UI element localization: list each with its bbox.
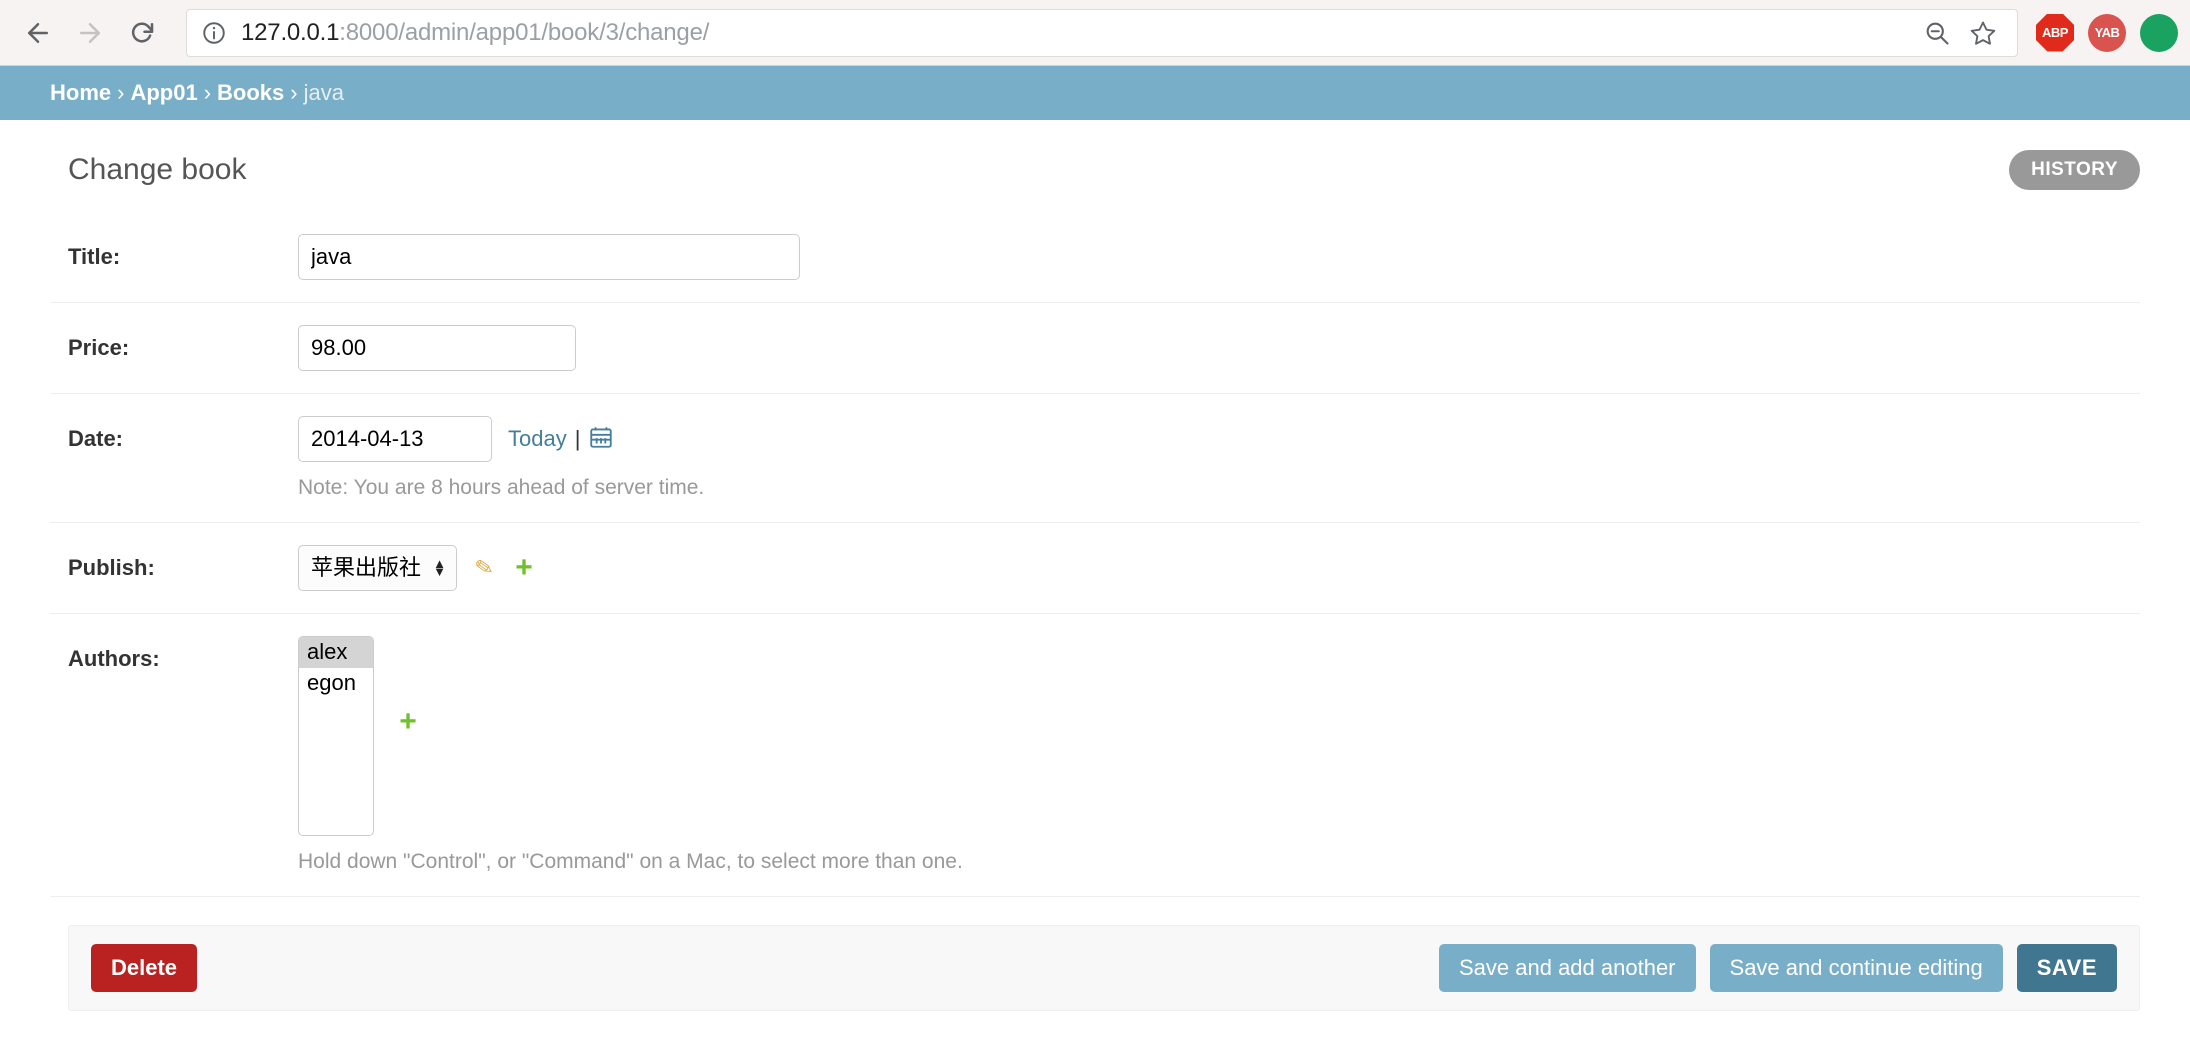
publish-select[interactable]: 苹果出版社 xyxy=(298,545,457,591)
page-header: Change book HISTORY xyxy=(50,120,2140,212)
yab-label: YAB xyxy=(2095,25,2120,40)
date-separator: | xyxy=(575,426,581,452)
page-title: Change book xyxy=(68,153,246,187)
zoom-out-icon[interactable] xyxy=(1917,13,1957,53)
authors-widget: alex egon + xyxy=(298,636,2140,836)
form-row-authors: Authors: alex egon + Hold down "Control"… xyxy=(50,614,2140,897)
plus-icon: + xyxy=(399,707,417,737)
plus-icon: + xyxy=(515,553,533,583)
breadcrumb-separator: › xyxy=(111,80,130,105)
breadcrumb-item-home[interactable]: Home xyxy=(50,80,111,105)
extension-icons: ABP YAB xyxy=(2032,14,2178,52)
yab-extension-icon[interactable]: YAB xyxy=(2088,14,2126,52)
form-row-title: Title: xyxy=(50,212,2140,303)
date-widget: Today | xyxy=(298,416,2140,462)
delete-button[interactable]: Delete xyxy=(91,944,197,992)
breadcrumb: Home›App01›Books›java xyxy=(0,66,2190,120)
save-button-group: Save and add another Save and continue e… xyxy=(1439,944,2117,992)
back-button[interactable] xyxy=(12,7,64,59)
breadcrumb-item-app01[interactable]: App01 xyxy=(130,80,197,105)
forward-button[interactable] xyxy=(64,7,116,59)
breadcrumb-item-books[interactable]: Books xyxy=(217,80,284,105)
authors-option-egon[interactable]: egon xyxy=(299,668,373,698)
price-input[interactable] xyxy=(298,325,576,371)
form-row-date: Date: Today | xyxy=(50,394,2140,523)
pencil-icon: ✎ xyxy=(473,554,496,583)
publish-add-button[interactable]: + xyxy=(511,555,537,581)
authors-multiselect[interactable]: alex egon xyxy=(298,636,374,836)
form-row-price: Price: xyxy=(50,303,2140,394)
breadcrumb-separator: › xyxy=(198,80,217,105)
authors-option-alex[interactable]: alex xyxy=(299,637,373,667)
publish-edit-button[interactable]: ✎ xyxy=(471,555,497,581)
info-circle-icon[interactable] xyxy=(201,20,227,46)
breadcrumb-separator: › xyxy=(284,80,303,105)
title-label: Title: xyxy=(68,234,298,270)
reload-icon xyxy=(127,18,157,48)
publish-label: Publish: xyxy=(68,545,298,581)
save-and-add-another-button[interactable]: Save and add another xyxy=(1439,944,1696,992)
form-row-publish: Publish: 苹果出版社 ▲▼ ✎ + xyxy=(50,523,2140,614)
date-today-link[interactable]: Today xyxy=(508,426,567,452)
calendar-icon[interactable] xyxy=(588,424,614,455)
date-note: Note: You are 8 hours ahead of server ti… xyxy=(298,476,2140,500)
star-icon[interactable] xyxy=(1963,13,2003,53)
url-path: :8000/admin/app01/book/3/change/ xyxy=(339,19,709,46)
price-label: Price: xyxy=(68,325,298,361)
submit-row: Delete Save and add another Save and con… xyxy=(68,925,2140,1011)
adblock-plus-extension-icon[interactable]: ABP xyxy=(2036,14,2074,52)
arrow-left-icon xyxy=(23,18,53,48)
authors-add-button[interactable]: + xyxy=(374,636,408,722)
date-input[interactable] xyxy=(298,416,492,462)
browser-toolbar: 127.0.0.1:8000/admin/app01/book/3/change… xyxy=(0,0,2190,66)
url-host: 127.0.0.1 xyxy=(241,19,339,46)
date-label: Date: xyxy=(68,416,298,452)
green-extension-icon[interactable] xyxy=(2140,14,2178,52)
adblock-plus-label: ABP xyxy=(2042,25,2068,40)
arrow-right-icon xyxy=(75,18,105,48)
breadcrumb-item-current: java xyxy=(304,80,344,105)
address-bar[interactable]: 127.0.0.1:8000/admin/app01/book/3/change… xyxy=(186,9,2018,57)
history-button[interactable]: HISTORY xyxy=(2009,150,2140,190)
reload-button[interactable] xyxy=(116,7,168,59)
title-input[interactable] xyxy=(298,234,800,280)
main-content: Change book HISTORY Title: Price: Date: … xyxy=(0,120,2190,1011)
save-and-continue-editing-button[interactable]: Save and continue editing xyxy=(1710,944,2003,992)
url-text: 127.0.0.1:8000/admin/app01/book/3/change… xyxy=(241,19,1911,47)
save-button[interactable]: SAVE xyxy=(2017,944,2117,992)
publish-widget: 苹果出版社 ▲▼ ✎ + xyxy=(298,545,2140,591)
authors-help-text: Hold down "Control", or "Command" on a M… xyxy=(298,850,2140,874)
authors-label: Authors: xyxy=(68,636,298,672)
publish-select-wrapper: 苹果出版社 ▲▼ xyxy=(298,545,457,591)
